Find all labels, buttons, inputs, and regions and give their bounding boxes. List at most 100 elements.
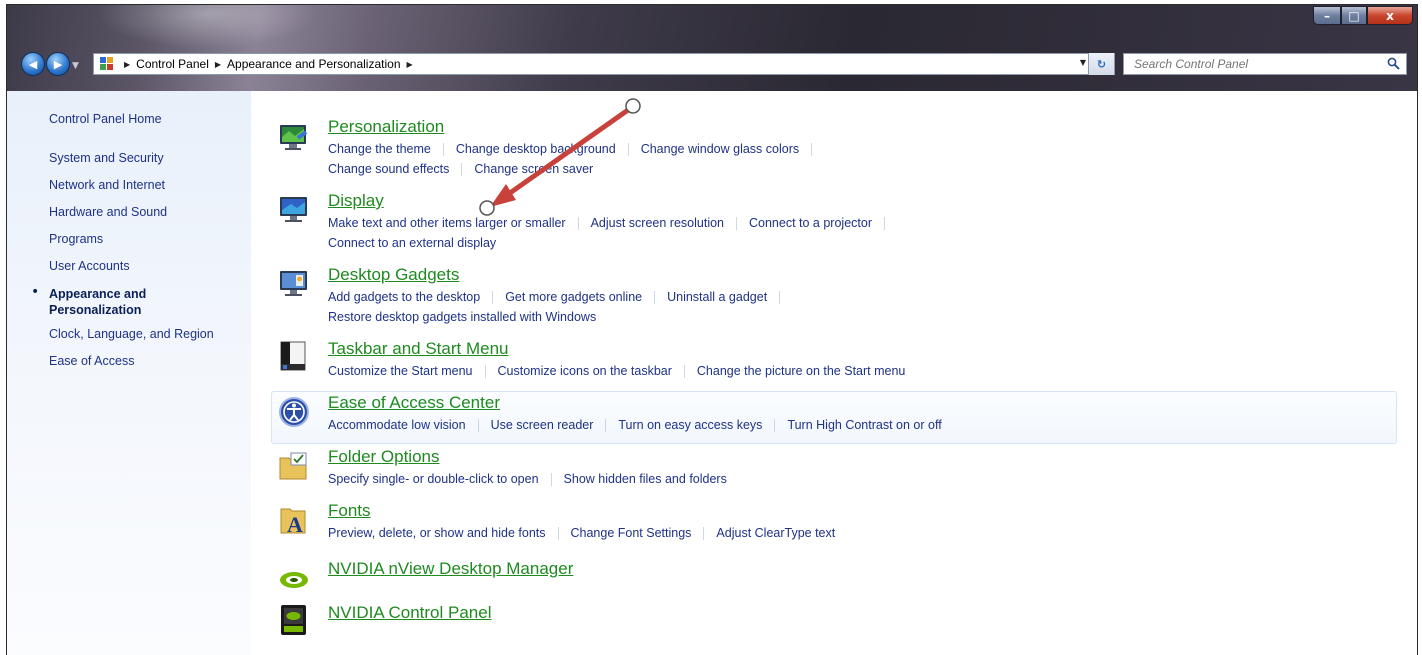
link-connect-external-display[interactable]: Connect to an external display xyxy=(328,236,496,250)
link-change-font-settings[interactable]: Change Font Settings xyxy=(571,526,692,540)
search-box[interactable] xyxy=(1123,53,1407,75)
category-taskbar-start-menu: Taskbar and Start Menu Customize the Sta… xyxy=(271,339,1399,379)
link-separator xyxy=(557,527,559,541)
breadcrumb-appearance[interactable]: Appearance and Personalization xyxy=(227,57,400,71)
link-adjust-cleartype[interactable]: Adjust ClearType text xyxy=(716,526,835,540)
link-make-text-larger[interactable]: Make text and other items larger or smal… xyxy=(328,216,566,230)
category-folder-options: Folder Options Specify single- or double… xyxy=(271,447,1399,487)
link-change-desktop-background[interactable]: Change desktop background xyxy=(456,142,616,156)
category-links: Specify single- or double-click to open S… xyxy=(328,472,727,487)
category-ease-of-access-center[interactable]: Ease of Access Center Accommodate low vi… xyxy=(271,393,1399,433)
category-links: Customize the Start menu Customize icons … xyxy=(328,364,905,379)
category-title-nvidia-nview[interactable]: NVIDIA nView Desktop Manager xyxy=(328,559,573,579)
refresh-icon: ↻ xyxy=(1096,57,1107,71)
link-separator xyxy=(550,473,552,487)
fonts-icon: A xyxy=(280,508,306,537)
link-turn-high-contrast[interactable]: Turn High Contrast on or off xyxy=(787,418,941,432)
category-title-display[interactable]: Display xyxy=(328,191,384,211)
category-title-personalization[interactable]: Personalization xyxy=(328,117,444,137)
link-restore-gadgets[interactable]: Restore desktop gadgets installed with W… xyxy=(328,310,596,324)
link-turn-on-easy-access-keys[interactable]: Turn on easy access keys xyxy=(618,418,762,432)
maximize-button[interactable]: □ xyxy=(1341,6,1367,25)
link-change-theme[interactable]: Change the theme xyxy=(328,142,431,156)
link-separator xyxy=(484,365,486,379)
category-title-nvidia-control-panel[interactable]: NVIDIA Control Panel xyxy=(328,603,491,623)
link-change-start-menu-picture[interactable]: Change the picture on the Start menu xyxy=(697,364,905,378)
link-use-screen-reader[interactable]: Use screen reader xyxy=(491,418,594,432)
sidebar-item-label: Personalization xyxy=(49,303,142,317)
sidebar: Control Panel Home System and Security N… xyxy=(7,91,251,655)
sidebar-item-programs[interactable]: Programs xyxy=(49,232,103,246)
sidebar-item-control-panel-home[interactable]: Control Panel Home xyxy=(49,112,162,126)
sidebar-item-system-security[interactable]: System and Security xyxy=(49,151,164,165)
sidebar-item-user-accounts[interactable]: User Accounts xyxy=(49,259,130,273)
breadcrumb-separator-icon[interactable]: ▶ xyxy=(407,60,413,69)
link-separator xyxy=(627,143,629,157)
sidebar-item-ease-of-access[interactable]: Ease of Access xyxy=(49,354,134,368)
link-separator xyxy=(492,291,494,305)
category-desktop-gadgets: Desktop Gadgets Add gadgets to the deskt… xyxy=(271,265,1399,324)
link-uninstall-gadget[interactable]: Uninstall a gadget xyxy=(667,290,767,304)
forward-arrow-icon: ▶ xyxy=(53,57,63,71)
link-single-double-click[interactable]: Specify single- or double-click to open xyxy=(328,472,539,486)
sidebar-item-hardware-sound[interactable]: Hardware and Sound xyxy=(49,205,167,219)
category-links: Restore desktop gadgets installed with W… xyxy=(328,310,596,324)
taskbar-icon xyxy=(280,341,306,371)
link-separator xyxy=(811,143,813,157)
link-separator xyxy=(736,217,737,231)
breadcrumb-separator-icon[interactable]: ▶ xyxy=(215,60,221,69)
close-button[interactable]: x xyxy=(1367,6,1413,25)
link-separator xyxy=(779,291,781,305)
link-separator xyxy=(461,163,463,177)
recent-pages-dropdown-icon[interactable]: ▼ xyxy=(72,61,79,71)
personalization-icon xyxy=(280,125,308,150)
refresh-button[interactable]: ↻ xyxy=(1088,53,1114,75)
link-adjust-screen-resolution[interactable]: Adjust screen resolution xyxy=(591,216,724,230)
link-show-hidden-files[interactable]: Show hidden files and folders xyxy=(564,472,727,486)
caption-buttons: – □ x xyxy=(1313,6,1413,26)
category-nvidia-control-panel: NVIDIA Control Panel xyxy=(271,603,1399,643)
navigation-bar: ◀ ▶ ▼ ▶ Control Panel ▶ Appearance and P… xyxy=(7,47,1417,81)
category-title-taskbar-start-menu[interactable]: Taskbar and Start Menu xyxy=(328,339,508,359)
link-add-gadgets[interactable]: Add gadgets to the desktop xyxy=(328,290,480,304)
back-arrow-icon: ◀ xyxy=(28,57,38,71)
nvidia-nview-icon xyxy=(280,572,308,588)
address-bar[interactable]: ▶ Control Panel ▶ Appearance and Persona… xyxy=(93,53,1115,75)
link-accommodate-low-vision[interactable]: Accommodate low vision xyxy=(328,418,466,432)
link-change-window-glass-colors[interactable]: Change window glass colors xyxy=(641,142,799,156)
link-change-sound-effects[interactable]: Change sound effects xyxy=(328,162,449,176)
link-customize-taskbar-icons[interactable]: Customize icons on the taskbar xyxy=(498,364,672,378)
breadcrumb-control-panel[interactable]: Control Panel xyxy=(136,57,209,71)
category-title-fonts[interactable]: Fonts xyxy=(328,501,371,521)
forward-button[interactable]: ▶ xyxy=(46,52,70,76)
gadgets-icon xyxy=(280,271,307,296)
main-content: Personalization Change the theme Change d… xyxy=(251,91,1417,655)
breadcrumb-separator-icon[interactable]: ▶ xyxy=(124,60,130,69)
sidebar-item-label: Appearance and xyxy=(49,287,147,301)
svg-text:A: A xyxy=(287,512,303,537)
minimize-button[interactable]: – xyxy=(1313,6,1341,25)
sidebar-item-appearance-personalization: Appearance and Personalization xyxy=(49,286,146,318)
link-preview-delete-fonts[interactable]: Preview, delete, or show and hide fonts xyxy=(328,526,546,540)
search-input[interactable] xyxy=(1134,57,1374,71)
category-links: Change sound effects Change screen saver xyxy=(328,162,593,177)
sidebar-item-clock-language-region[interactable]: Clock, Language, and Region xyxy=(49,327,214,341)
address-dropdown-icon[interactable]: ▼ xyxy=(1080,58,1086,67)
category-personalization: Personalization Change the theme Change d… xyxy=(271,117,1399,177)
category-title-folder-options[interactable]: Folder Options xyxy=(328,447,440,467)
link-customize-start-menu[interactable]: Customize the Start menu xyxy=(328,364,473,378)
link-separator xyxy=(577,217,579,231)
category-title-desktop-gadgets[interactable]: Desktop Gadgets xyxy=(328,265,459,285)
category-title-ease-of-access-center[interactable]: Ease of Access Center xyxy=(328,393,500,413)
link-change-screen-saver[interactable]: Change screen saver xyxy=(474,162,593,176)
back-button[interactable]: ◀ xyxy=(21,52,45,76)
sidebar-item-network-internet[interactable]: Network and Internet xyxy=(49,178,165,192)
link-get-more-gadgets[interactable]: Get more gadgets online xyxy=(505,290,642,304)
link-separator xyxy=(477,419,479,433)
category-links: Accommodate low vision Use screen reader T… xyxy=(328,418,942,433)
link-separator xyxy=(884,217,885,231)
category-nvidia-nview: NVIDIA nView Desktop Manager xyxy=(271,559,1399,589)
link-connect-projector[interactable]: Connect to a projector xyxy=(749,216,872,230)
category-links: Add gadgets to the desktop Get more gadge… xyxy=(328,290,792,305)
search-icon[interactable] xyxy=(1387,57,1400,70)
